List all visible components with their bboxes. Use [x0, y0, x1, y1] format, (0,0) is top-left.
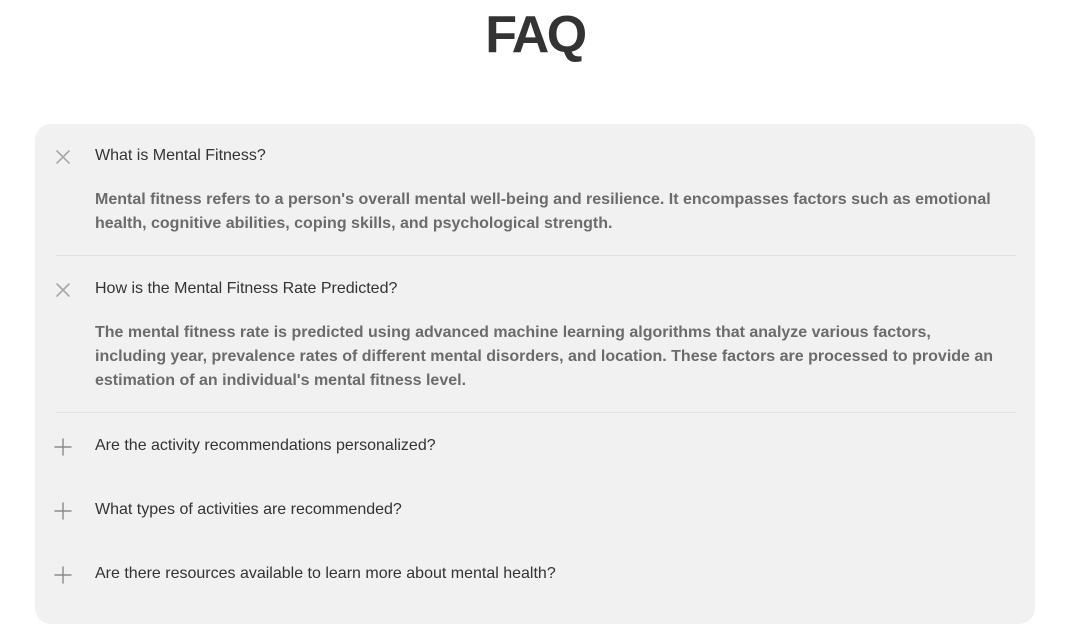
plus-icon[interactable]	[53, 565, 73, 585]
faq-answer: The mental fitness rate is predicted usi…	[95, 321, 995, 393]
faq-item: What is Mental Fitness? Mental fitness r…	[35, 124, 1035, 256]
faq-item: How is the Mental Fitness Rate Predicted…	[35, 256, 1035, 413]
close-icon[interactable]	[53, 280, 73, 300]
faq-question[interactable]: Are the activity recommendations persona…	[95, 436, 436, 456]
faq-question[interactable]: What types of activities are recommended…	[95, 500, 402, 520]
faq-question[interactable]: What is Mental Fitness?	[95, 146, 266, 166]
plus-icon[interactable]	[53, 437, 73, 457]
faq-answer-text: Mental fitness refers to a person's over…	[95, 191, 991, 232]
faq-answer-text: The mental fitness rate is predicted usi…	[95, 324, 994, 389]
faq-answer: Mental fitness refers to a person's over…	[95, 188, 995, 236]
faq-item: What types of activities are recommended…	[35, 477, 1035, 541]
faq-item: Are the activity recommendations persona…	[35, 413, 1035, 477]
page-title: FAQ	[485, 6, 587, 64]
faq-question[interactable]: Are there resources available to learn m…	[95, 564, 556, 584]
faq-question[interactable]: How is the Mental Fitness Rate Predicted…	[95, 279, 397, 299]
faq-accordion: What is Mental Fitness? Mental fitness r…	[35, 124, 1035, 624]
close-icon[interactable]	[53, 147, 73, 167]
plus-icon[interactable]	[53, 501, 73, 521]
faq-item: Are there resources available to learn m…	[35, 541, 1035, 605]
